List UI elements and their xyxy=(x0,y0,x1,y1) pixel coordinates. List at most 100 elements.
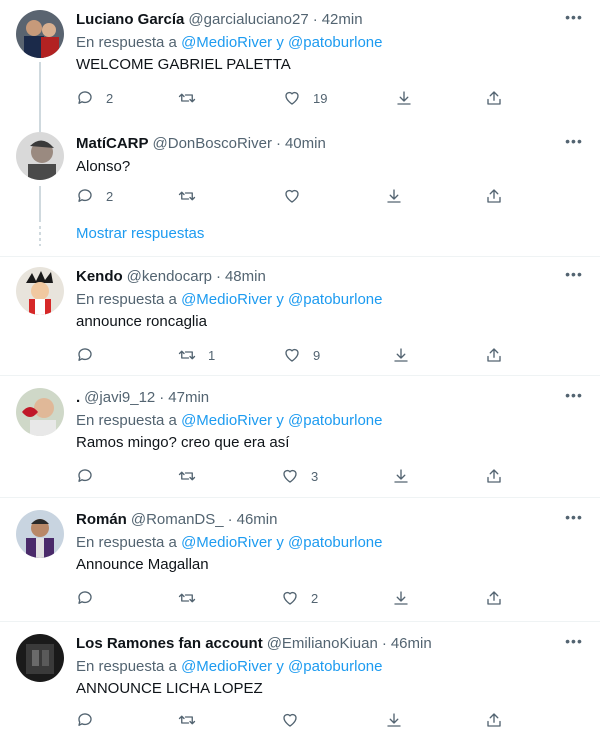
timestamp[interactable]: 46min xyxy=(237,510,278,530)
author-handle[interactable]: @javi9_12 xyxy=(84,388,155,408)
share-button[interactable] xyxy=(485,466,503,486)
mention-link[interactable]: @patoburlone xyxy=(288,658,382,675)
like-button[interactable] xyxy=(283,186,313,206)
author-name[interactable]: Kendo xyxy=(76,267,123,287)
avatar[interactable] xyxy=(16,10,64,58)
reply-context: En respuesta a @MedioRiver y @patoburlon… xyxy=(76,291,383,308)
author-handle[interactable]: @RomanDS_ xyxy=(131,510,224,530)
retweet-icon xyxy=(178,467,196,485)
author-name[interactable]: Los Ramones fan account xyxy=(76,634,263,654)
more-options-icon[interactable]: ••• xyxy=(564,510,584,530)
author-name[interactable]: . xyxy=(76,388,80,408)
timestamp[interactable]: 42min xyxy=(322,10,363,30)
retweet-button[interactable]: 1 xyxy=(178,345,215,365)
reply-icon xyxy=(76,467,94,485)
download-button[interactable] xyxy=(385,710,403,730)
share-button[interactable] xyxy=(485,588,503,608)
download-icon xyxy=(392,346,410,364)
mention-link[interactable]: @MedioRiver xyxy=(181,291,272,308)
reply-button[interactable] xyxy=(76,345,106,365)
reply-button[interactable]: 2 xyxy=(76,186,113,206)
download-button[interactable] xyxy=(392,466,410,486)
avatar[interactable] xyxy=(16,267,64,315)
more-options-icon[interactable]: ••• xyxy=(564,10,584,30)
reply-context: En respuesta a @MedioRiver y @patoburlon… xyxy=(76,658,383,675)
more-options-icon[interactable]: ••• xyxy=(564,267,584,287)
mention-link[interactable]: @MedioRiver xyxy=(181,34,272,51)
download-icon xyxy=(385,711,403,729)
tweet-text: WELCOME GABRIEL PALETTA xyxy=(76,56,291,73)
tweet-1[interactable]: MatíCARP @DonBoscoRiver · 40min ••• Alon… xyxy=(0,126,600,256)
show-replies-link[interactable]: Mostrar respuestas xyxy=(76,224,204,244)
author-name[interactable]: Luciano García xyxy=(76,10,184,30)
download-icon xyxy=(385,187,403,205)
timestamp[interactable]: 40min xyxy=(285,134,326,154)
like-button[interactable]: 19 xyxy=(283,88,327,108)
author-name[interactable]: MatíCARP xyxy=(76,134,149,154)
share-button[interactable] xyxy=(485,186,503,206)
reply-context: En respuesta a @MedioRiver y @patoburlon… xyxy=(76,34,383,51)
separator-dot: · xyxy=(215,268,221,285)
mention-link[interactable]: @patoburlone xyxy=(288,412,382,429)
reply-button[interactable] xyxy=(76,466,106,486)
avatar[interactable] xyxy=(16,510,64,558)
tweet-5[interactable]: Los Ramones fan account @EmilianoKiuan ·… xyxy=(0,622,600,748)
retweet-button[interactable] xyxy=(178,186,208,206)
author-handle[interactable]: @kendocarp xyxy=(127,267,212,287)
mention-link[interactable]: @MedioRiver xyxy=(181,412,272,429)
reply-button[interactable] xyxy=(76,588,106,608)
avatar[interactable] xyxy=(16,388,64,436)
action-bar: 3 xyxy=(0,466,600,486)
tweet-text: Ramos mingo? creo que era así xyxy=(76,434,290,451)
share-button[interactable] xyxy=(485,88,503,108)
reply-button[interactable] xyxy=(76,710,106,730)
more-options-icon[interactable]: ••• xyxy=(564,388,584,408)
retweet-button[interactable] xyxy=(178,466,208,486)
separator-dot: · xyxy=(275,135,281,152)
tweet-2[interactable]: Kendo @kendocarp · 48min ••• En respuest… xyxy=(0,256,600,376)
reply-feed: Luciano García @garcialuciano27 · 42min … xyxy=(0,0,600,748)
retweet-count: 1 xyxy=(208,347,216,363)
author-handle[interactable]: @garcialuciano27 xyxy=(188,10,308,30)
like-button[interactable]: 9 xyxy=(283,345,320,365)
timestamp[interactable]: 47min xyxy=(168,388,209,408)
mention-link[interactable]: @patoburlone xyxy=(288,34,382,51)
reply-button[interactable]: 2 xyxy=(76,88,113,108)
retweet-button[interactable] xyxy=(178,588,208,608)
download-button[interactable] xyxy=(392,345,410,365)
timestamp[interactable]: 48min xyxy=(225,267,266,287)
share-icon xyxy=(485,711,503,729)
author-name[interactable]: Román xyxy=(76,510,127,530)
timestamp[interactable]: 46min xyxy=(391,634,432,654)
like-button[interactable]: 3 xyxy=(281,466,318,486)
share-button[interactable] xyxy=(485,345,503,365)
tweet-0[interactable]: Luciano García @garcialuciano27 · 42min … xyxy=(0,0,600,126)
reply-icon xyxy=(76,589,94,607)
share-button[interactable] xyxy=(485,710,503,730)
mention-link[interactable]: @patoburlone xyxy=(288,534,382,551)
like-icon xyxy=(283,89,301,107)
author-handle[interactable]: @EmilianoKiuan xyxy=(267,634,378,654)
retweet-button[interactable] xyxy=(178,88,208,108)
action-bar: 2 19 xyxy=(0,88,600,108)
download-button[interactable] xyxy=(392,588,410,608)
retweet-icon xyxy=(178,589,196,607)
tweet-4[interactable]: Román @RomanDS_ · 46min ••• En respuesta… xyxy=(0,498,600,622)
like-icon xyxy=(281,467,299,485)
retweet-button[interactable] xyxy=(178,710,208,730)
mention-link[interactable]: @MedioRiver xyxy=(181,534,272,551)
tweet-3[interactable]: . @javi9_12 · 47min ••• En respuesta a @… xyxy=(0,376,600,498)
tweet-text: Announce Magallan xyxy=(76,556,209,573)
mention-link[interactable]: @patoburlone xyxy=(288,291,382,308)
share-icon xyxy=(485,589,503,607)
download-button[interactable] xyxy=(385,186,403,206)
download-button[interactable] xyxy=(395,88,413,108)
more-options-icon[interactable]: ••• xyxy=(564,134,584,154)
avatar[interactable] xyxy=(16,132,64,180)
like-button[interactable]: 2 xyxy=(281,588,318,608)
avatar[interactable] xyxy=(16,634,64,682)
like-button[interactable] xyxy=(281,710,311,730)
mention-link[interactable]: @MedioRiver xyxy=(181,658,272,675)
author-handle[interactable]: @DonBoscoRiver xyxy=(153,134,272,154)
more-options-icon[interactable]: ••• xyxy=(564,634,584,654)
